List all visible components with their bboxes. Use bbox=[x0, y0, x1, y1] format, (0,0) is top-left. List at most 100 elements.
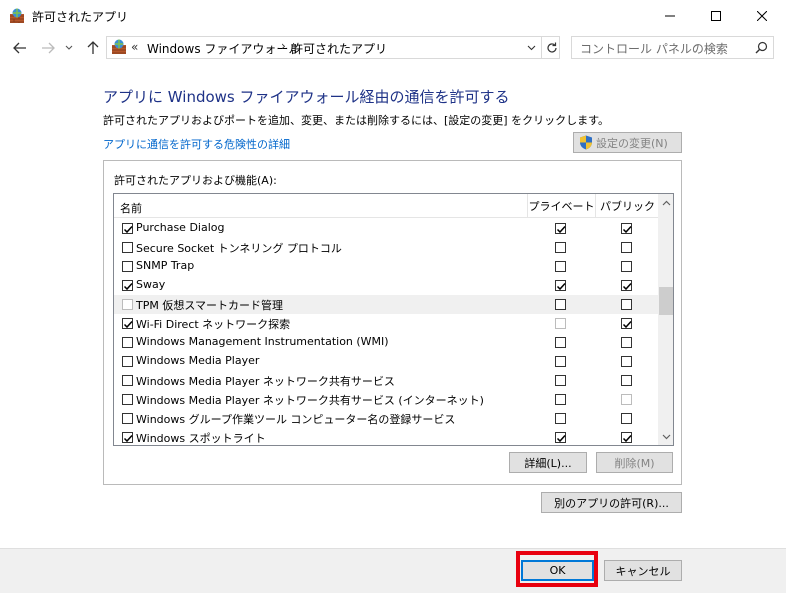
breadcrumb-allowed-apps[interactable]: 許可されたアプリ bbox=[291, 40, 387, 57]
scroll-down-button[interactable] bbox=[658, 428, 673, 445]
enabled-checkbox[interactable] bbox=[122, 337, 133, 348]
enabled-checkbox[interactable] bbox=[122, 223, 133, 234]
allow-another-app-button[interactable]: 別のアプリの許可(R)... bbox=[541, 492, 682, 513]
public-checkbox[interactable] bbox=[621, 261, 632, 272]
public-checkbox[interactable] bbox=[621, 280, 632, 291]
checkbox-checked-icon[interactable] bbox=[555, 280, 566, 291]
private-checkbox[interactable] bbox=[555, 337, 566, 348]
public-checkbox[interactable] bbox=[621, 242, 632, 253]
checkbox-icon[interactable] bbox=[621, 299, 632, 310]
private-checkbox[interactable] bbox=[555, 242, 566, 253]
private-checkbox[interactable] bbox=[555, 318, 566, 329]
list-item[interactable]: Windows Media Player ネットワーク共有サービス bbox=[114, 371, 658, 390]
checkbox-icon[interactable] bbox=[621, 394, 632, 405]
public-checkbox[interactable] bbox=[621, 375, 632, 386]
up-button[interactable] bbox=[84, 40, 102, 56]
list-item[interactable]: TPM 仮想スマートカード管理 bbox=[114, 295, 658, 314]
enabled-checkbox[interactable] bbox=[122, 261, 133, 272]
remove-button[interactable]: 削除(M) bbox=[596, 452, 673, 473]
enabled-checkbox[interactable] bbox=[122, 394, 133, 405]
public-checkbox[interactable] bbox=[621, 413, 632, 424]
checkbox-icon[interactable] bbox=[555, 413, 566, 424]
checkbox-icon[interactable] bbox=[621, 413, 632, 424]
public-checkbox[interactable] bbox=[621, 337, 632, 348]
private-checkbox[interactable] bbox=[555, 280, 566, 291]
checkbox-checked-icon[interactable] bbox=[621, 432, 632, 443]
private-checkbox[interactable] bbox=[555, 432, 566, 443]
enabled-checkbox[interactable] bbox=[122, 375, 133, 386]
search-icon[interactable] bbox=[755, 41, 768, 57]
checkbox-checked-icon[interactable] bbox=[122, 318, 133, 329]
overflow-chevron[interactable]: « bbox=[131, 40, 138, 54]
cancel-button[interactable]: キャンセル bbox=[604, 560, 682, 581]
list-item[interactable]: Windows グループ作業ツール コンピューター名の登録サービス bbox=[114, 409, 658, 428]
list-item[interactable]: Secure Socket トンネリング プロトコル bbox=[114, 238, 658, 257]
checkbox-icon[interactable] bbox=[555, 394, 566, 405]
public-checkbox[interactable] bbox=[621, 356, 632, 367]
checkbox-icon[interactable] bbox=[555, 337, 566, 348]
private-checkbox[interactable] bbox=[555, 299, 566, 310]
allowed-apps-list[interactable]: 名前 プライベート パブリック Purchase Dialog Secure So… bbox=[113, 193, 674, 446]
list-item[interactable]: Windows スポットライト bbox=[114, 428, 658, 445]
enabled-checkbox[interactable] bbox=[122, 356, 133, 367]
checkbox-icon[interactable] bbox=[122, 356, 133, 367]
private-checkbox[interactable] bbox=[555, 375, 566, 386]
checkbox-icon[interactable] bbox=[122, 375, 133, 386]
checkbox-checked-icon[interactable] bbox=[122, 432, 133, 443]
recent-locations-button[interactable] bbox=[63, 40, 75, 56]
scroll-thumb[interactable] bbox=[659, 287, 673, 315]
checkbox-icon[interactable] bbox=[555, 318, 566, 329]
list-item[interactable]: Windows Media Player ネットワーク共有サービス (インターネ… bbox=[114, 390, 658, 409]
checkbox-icon[interactable] bbox=[555, 356, 566, 367]
checkbox-icon[interactable] bbox=[122, 394, 133, 405]
vertical-scrollbar[interactable] bbox=[658, 194, 673, 445]
refresh-button[interactable] bbox=[541, 37, 561, 58]
private-checkbox[interactable] bbox=[555, 356, 566, 367]
scroll-up-button[interactable] bbox=[658, 194, 673, 211]
column-header-private[interactable]: プライベート bbox=[527, 194, 595, 218]
public-checkbox[interactable] bbox=[621, 394, 632, 405]
forward-button[interactable] bbox=[39, 40, 57, 56]
back-button[interactable] bbox=[11, 40, 29, 56]
risk-details-link[interactable]: アプリに通信を許可する危険性の詳細 bbox=[103, 136, 290, 152]
checkbox-checked-icon[interactable] bbox=[621, 223, 632, 234]
checkbox-icon[interactable] bbox=[122, 242, 133, 253]
checkbox-icon[interactable] bbox=[621, 337, 632, 348]
enabled-checkbox[interactable] bbox=[122, 280, 133, 291]
private-checkbox[interactable] bbox=[555, 223, 566, 234]
checkbox-icon[interactable] bbox=[122, 337, 133, 348]
details-button[interactable]: 詳細(L)... bbox=[509, 452, 587, 473]
list-item[interactable]: Sway bbox=[114, 276, 658, 295]
public-checkbox[interactable] bbox=[621, 299, 632, 310]
minimize-button[interactable] bbox=[647, 0, 693, 32]
checkbox-checked-icon[interactable] bbox=[122, 223, 133, 234]
checkbox-icon[interactable] bbox=[555, 242, 566, 253]
list-item[interactable]: Windows Management Instrumentation (WMI) bbox=[114, 333, 658, 352]
private-checkbox[interactable] bbox=[555, 413, 566, 424]
close-button[interactable] bbox=[739, 0, 785, 32]
maximize-button[interactable] bbox=[693, 0, 739, 32]
enabled-checkbox[interactable] bbox=[122, 413, 133, 424]
private-checkbox[interactable] bbox=[555, 261, 566, 272]
list-item[interactable]: Wi-Fi Direct ネットワーク探索 bbox=[114, 314, 658, 333]
checkbox-icon[interactable] bbox=[555, 261, 566, 272]
search-input[interactable]: コントロール パネルの検索 bbox=[571, 36, 774, 59]
private-checkbox[interactable] bbox=[555, 394, 566, 405]
enabled-checkbox[interactable] bbox=[122, 432, 133, 443]
list-item[interactable]: Purchase Dialog bbox=[114, 219, 658, 238]
list-item[interactable]: SNMP Trap bbox=[114, 257, 658, 276]
checkbox-checked-icon[interactable] bbox=[555, 223, 566, 234]
public-checkbox[interactable] bbox=[621, 432, 632, 443]
checkbox-checked-icon[interactable] bbox=[621, 280, 632, 291]
public-checkbox[interactable] bbox=[621, 223, 632, 234]
column-header-name[interactable]: 名前 bbox=[120, 200, 142, 216]
list-item[interactable]: Windows Media Player bbox=[114, 352, 658, 371]
enabled-checkbox[interactable] bbox=[122, 318, 133, 329]
address-bar[interactable]: « Windows ファイアウォール › 許可されたアプリ bbox=[106, 36, 560, 59]
checkbox-icon[interactable] bbox=[555, 299, 566, 310]
column-header-public[interactable]: パブリック bbox=[595, 194, 659, 218]
breadcrumb-firewall[interactable]: Windows ファイアウォール bbox=[147, 40, 300, 57]
enabled-checkbox[interactable] bbox=[122, 299, 133, 310]
address-dropdown-button[interactable] bbox=[521, 38, 541, 58]
checkbox-checked-icon[interactable] bbox=[621, 318, 632, 329]
